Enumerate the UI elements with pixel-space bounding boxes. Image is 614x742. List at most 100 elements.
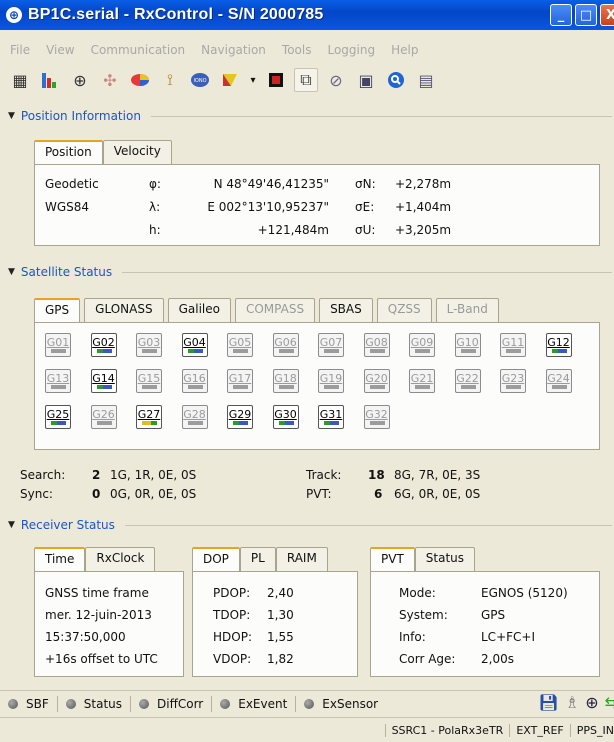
satellite-id: G32 bbox=[365, 408, 388, 421]
satellite-g25[interactable]: G25 bbox=[45, 405, 71, 429]
satellite-id: G10 bbox=[456, 336, 479, 349]
grid-icon[interactable]: ▦ bbox=[8, 68, 32, 92]
receiver-section-header[interactable]: ▼ Receiver Status bbox=[8, 518, 612, 532]
tab-time[interactable]: Time bbox=[34, 547, 86, 571]
satellite-g02[interactable]: G02 bbox=[90, 333, 117, 357]
image-icon[interactable]: ▣ bbox=[354, 68, 378, 92]
signal-bar bbox=[460, 385, 476, 389]
position-row-1-symbol: φ: bbox=[149, 177, 161, 191]
tab-pl[interactable]: PL bbox=[239, 547, 276, 571]
collapse-triangle-icon[interactable]: ▼ bbox=[8, 111, 15, 121]
satellite-g31[interactable]: G31 bbox=[318, 405, 344, 429]
save-icon[interactable]: 💾︎ bbox=[539, 693, 559, 712]
flag-icon[interactable] bbox=[218, 68, 242, 92]
window-title: BP1C.serial - RxControl - S/N 2000785 bbox=[28, 6, 324, 23]
antenna-icon[interactable]: ⟟ bbox=[158, 68, 182, 92]
tab-position[interactable]: Position bbox=[34, 140, 103, 164]
satellite-g20[interactable]: G20 bbox=[363, 369, 390, 393]
transfer-icon[interactable]: ⇆ bbox=[605, 693, 614, 712]
tab-glonass[interactable]: GLONASS bbox=[84, 298, 164, 322]
bar-chart-icon[interactable] bbox=[38, 68, 62, 92]
status-led-icon bbox=[220, 698, 231, 709]
satellite-g22[interactable]: G22 bbox=[454, 369, 481, 393]
crosshair-icon[interactable]: ⊕ bbox=[585, 693, 598, 712]
satellite-g21[interactable]: G21 bbox=[409, 369, 435, 393]
satellite-g13[interactable]: G13 bbox=[45, 369, 71, 393]
tab-velocity[interactable]: Velocity bbox=[102, 140, 172, 164]
satellite-g14[interactable]: G14 bbox=[90, 369, 117, 393]
satellite-g16[interactable]: G16 bbox=[181, 369, 208, 393]
satellite-g15[interactable]: G15 bbox=[136, 369, 162, 393]
satellite-g32[interactable]: G32 bbox=[363, 405, 390, 429]
menu-file[interactable]: File bbox=[2, 40, 38, 60]
maximize-button[interactable]: □ bbox=[575, 4, 597, 26]
signal-bar bbox=[551, 385, 567, 389]
receiver-name: SSRC1 - PolaRx3eTR bbox=[384, 723, 510, 737]
collapse-triangle-icon[interactable]: ▼ bbox=[8, 267, 15, 277]
tab-qzss[interactable]: QZSS bbox=[376, 298, 432, 322]
menu-tools[interactable]: Tools bbox=[274, 40, 320, 60]
satellite-g18[interactable]: G18 bbox=[272, 369, 299, 393]
tracking-icon[interactable]: ⊘ bbox=[324, 68, 348, 92]
satellite-g11[interactable]: G11 bbox=[500, 333, 526, 357]
iono-icon[interactable]: IONO bbox=[188, 68, 212, 92]
dropdown-arrow-icon[interactable]: ▾ bbox=[248, 68, 258, 92]
position-row-3-sigma: σU: bbox=[355, 223, 376, 237]
satellite-g17[interactable]: G17 bbox=[227, 369, 253, 393]
satellite-id: G29 bbox=[228, 408, 252, 421]
minimize-button[interactable]: _ bbox=[550, 4, 572, 26]
tab-raim[interactable]: RAIM bbox=[275, 547, 328, 571]
satellite-g03[interactable]: G03 bbox=[136, 333, 162, 357]
satellite-g28[interactable]: G28 bbox=[181, 405, 208, 429]
satellite-g26[interactable]: G26 bbox=[90, 405, 117, 429]
pie-chart-icon[interactable] bbox=[128, 68, 152, 92]
menu-view[interactable]: View bbox=[38, 40, 82, 60]
tab-status[interactable]: Status bbox=[414, 547, 476, 571]
tab-galileo[interactable]: Galileo bbox=[167, 298, 231, 322]
menu-help[interactable]: Help bbox=[383, 40, 426, 60]
position-section-header[interactable]: ▼ Position Information bbox=[8, 109, 612, 123]
search-count: 2 bbox=[92, 468, 101, 482]
menu-logging[interactable]: Logging bbox=[319, 40, 383, 60]
satellite-g08[interactable]: G08 bbox=[363, 333, 390, 357]
satellite-g19[interactable]: G19 bbox=[318, 369, 344, 393]
satellite-g24[interactable]: G24 bbox=[545, 369, 572, 393]
sky-plot-icon[interactable]: ✣ bbox=[98, 68, 122, 92]
close-button[interactable]: X bbox=[600, 4, 614, 26]
crosshair-icon[interactable]: ⊕ bbox=[68, 68, 92, 92]
satellite-g09[interactable]: G09 bbox=[409, 333, 435, 357]
satellite-id: G03 bbox=[137, 336, 161, 349]
satellite-g27[interactable]: G27 bbox=[136, 405, 162, 429]
satellite-g29[interactable]: G29 bbox=[227, 405, 253, 429]
satellite-g01[interactable]: G01 bbox=[45, 333, 71, 357]
tab-dop[interactable]: DOP bbox=[192, 547, 240, 571]
corr-age-value: 2,00s bbox=[481, 652, 514, 666]
signal-bar bbox=[187, 349, 203, 353]
pvt-label: PVT: bbox=[306, 487, 332, 501]
menu-communication[interactable]: Communication bbox=[83, 40, 194, 60]
record-icon[interactable] bbox=[264, 68, 288, 92]
people-icon[interactable]: ♗ bbox=[565, 693, 579, 712]
satellite-g06[interactable]: G06 bbox=[272, 333, 299, 357]
tab-rxclock[interactable]: RxClock bbox=[85, 547, 156, 571]
tab-pvt[interactable]: PVT bbox=[370, 547, 415, 571]
collapse-triangle-icon[interactable]: ▼ bbox=[8, 520, 15, 530]
satellite-icon[interactable]: ⧉ bbox=[294, 68, 318, 92]
satellite-g23[interactable]: G23 bbox=[500, 369, 526, 393]
satellite-g04[interactable]: G04 bbox=[181, 333, 208, 357]
satellite-g05[interactable]: G05 bbox=[227, 333, 253, 357]
satellite-g12[interactable]: G12 bbox=[545, 333, 572, 357]
search-icon[interactable] bbox=[384, 68, 408, 92]
tab-l-band[interactable]: L-Band bbox=[435, 298, 499, 322]
tab-sbas[interactable]: SBAS bbox=[319, 298, 373, 322]
position-row-3-symbol: h: bbox=[149, 223, 161, 237]
document-icon[interactable]: ▤ bbox=[414, 68, 438, 92]
satellite-section-header[interactable]: ▼ Satellite Status bbox=[8, 265, 612, 279]
tab-gps[interactable]: GPS bbox=[34, 298, 81, 322]
satellite-id: G16 bbox=[183, 372, 206, 385]
satellite-g07[interactable]: G07 bbox=[318, 333, 344, 357]
tab-compass[interactable]: COMPASS bbox=[234, 298, 316, 322]
satellite-g30[interactable]: G30 bbox=[272, 405, 299, 429]
menu-navigation[interactable]: Navigation bbox=[193, 40, 274, 60]
satellite-g10[interactable]: G10 bbox=[454, 333, 481, 357]
